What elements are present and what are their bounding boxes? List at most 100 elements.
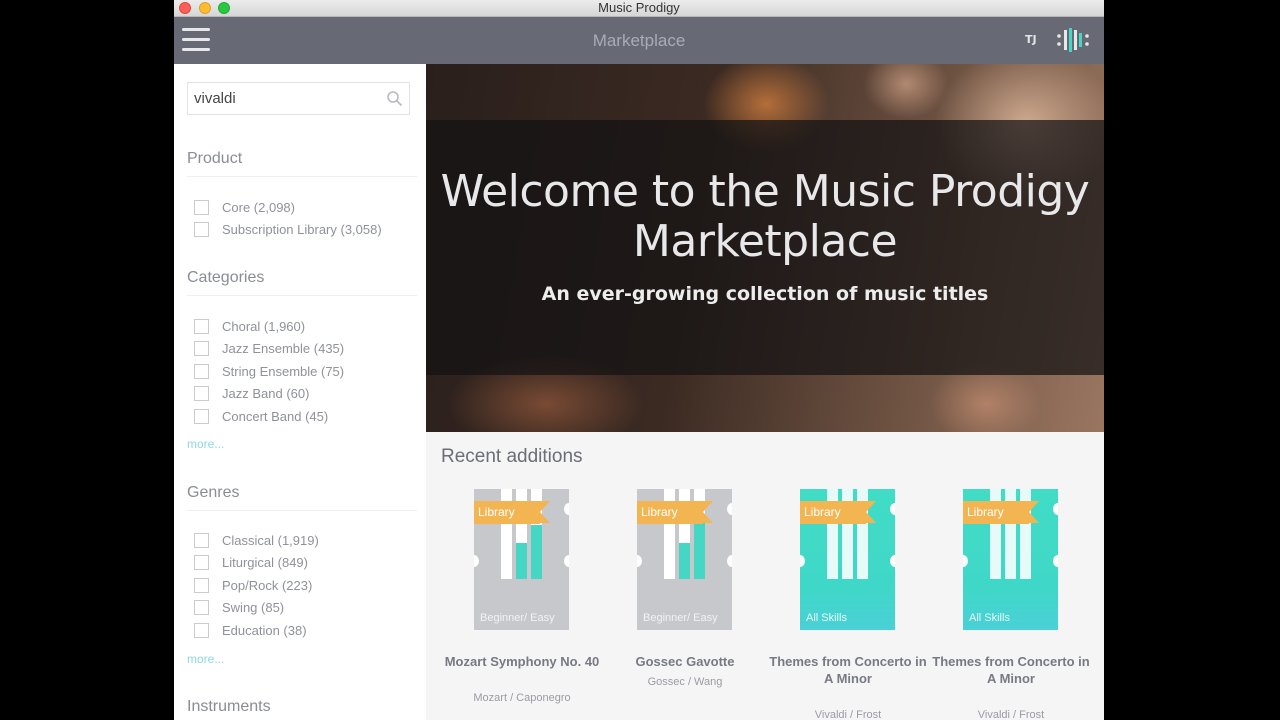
- facet-option-label: Core (2,098): [222, 199, 295, 215]
- facet-option[interactable]: Subscription Library (3,058): [194, 219, 382, 242]
- artwork-bar-fill: [516, 543, 527, 579]
- facet-title-product: Product: [187, 150, 243, 167]
- divider: [187, 176, 417, 177]
- music-prodigy-logo-icon[interactable]: [1056, 27, 1090, 53]
- checkbox[interactable]: [194, 363, 209, 379]
- checkbox[interactable]: [194, 577, 209, 593]
- library-ribbon: Library: [637, 501, 713, 524]
- checkbox[interactable]: [194, 341, 209, 357]
- facet-option[interactable]: Concert Band (45): [194, 405, 344, 428]
- genres-more-link[interactable]: more...: [187, 652, 224, 666]
- checkbox[interactable]: [194, 408, 209, 424]
- artwork-notch: [564, 555, 569, 567]
- facet-option-label: Subscription Library (3,058): [222, 222, 382, 238]
- product-card-title[interactable]: Themes from Concerto in A Minor: [766, 653, 930, 687]
- window-title: Music Prodigy: [598, 0, 680, 15]
- facet-option[interactable]: Core (2,098): [194, 196, 382, 219]
- facet-option[interactable]: Classical (1,919): [194, 529, 319, 552]
- product-card-subtitle: Mozart / Caponegro: [473, 692, 571, 704]
- facet-list-genres: Classical (1,919) Liturgical (849) Pop/R…: [194, 529, 319, 642]
- library-ribbon: Library: [474, 501, 550, 524]
- product-card-title[interactable]: Gossec Gavotte: [603, 653, 767, 670]
- facet-option[interactable]: Pop/Rock (223): [194, 574, 319, 597]
- categories-more-link[interactable]: more...: [187, 437, 224, 451]
- product-card-title[interactable]: Themes from Concerto in A Minor: [929, 653, 1093, 687]
- product-card-subtitle: Gossec / Wang: [647, 676, 723, 688]
- facet-option-label: Jazz Ensemble (435): [222, 341, 345, 357]
- facet-option-label: Swing (85): [222, 600, 285, 616]
- hero-subheading: An ever-growing collection of music titl…: [541, 283, 989, 305]
- facet-title-genres: Genres: [187, 484, 240, 501]
- facet-list-categories: Choral (1,960) Jazz Ensemble (435) Strin…: [194, 315, 344, 428]
- product-card[interactable]: Library Beginner/ Easy Mozart Symphony No…: [440, 489, 604, 720]
- artwork-notch: [474, 555, 479, 567]
- artwork-notch: [727, 555, 732, 567]
- app-window: Music Prodigy Marketplace TJ Product: [174, 0, 1104, 720]
- product-card[interactable]: Library All Skills Themes from Concerto i…: [929, 489, 1093, 720]
- facet-option[interactable]: Choral (1,960): [194, 315, 344, 338]
- search-input[interactable]: [188, 83, 378, 114]
- search-icon[interactable]: [386, 90, 403, 107]
- checkbox[interactable]: [194, 622, 209, 638]
- product-card-art[interactable]: Library Beginner/ Easy: [637, 489, 732, 630]
- product-card-subtitle: Vivaldi / Frost: [814, 709, 882, 720]
- artwork-notch: [890, 503, 895, 515]
- window-title-bar: Music Prodigy: [174, 0, 1104, 17]
- checkbox[interactable]: [194, 386, 209, 402]
- skill-level-label: All Skills: [806, 612, 847, 624]
- product-card-art[interactable]: Library All Skills: [963, 489, 1058, 630]
- product-card[interactable]: Library Beginner/ Easy Gossec Gavotte Gos…: [603, 489, 767, 720]
- divider: [187, 510, 417, 511]
- product-card[interactable]: Library All Skills Themes from Concerto i…: [766, 489, 930, 720]
- product-card-art[interactable]: Library Beginner/ Easy: [474, 489, 569, 630]
- recent-additions-title: Recent additions: [441, 446, 583, 467]
- artwork-bar-fill: [679, 543, 690, 579]
- facet-option[interactable]: Liturgical (849): [194, 552, 319, 575]
- facet-option-label: Education (38): [222, 622, 307, 638]
- artwork-bar-fill: [531, 525, 542, 579]
- divider: [187, 295, 417, 296]
- search-box: [187, 82, 410, 115]
- checkbox[interactable]: [194, 532, 209, 548]
- facet-option[interactable]: Jazz Ensemble (435): [194, 338, 344, 361]
- hero-heading: Welcome to the Music Prodigy Marketplace: [440, 166, 1090, 267]
- library-ribbon: Library: [800, 501, 876, 524]
- artwork-notch: [1053, 555, 1058, 567]
- product-card-art[interactable]: Library All Skills: [800, 489, 895, 630]
- facet-option-label: Liturgical (849): [222, 555, 308, 571]
- artwork-notch: [637, 555, 642, 567]
- hero-banner: Welcome to the Music Prodigy Marketplace…: [426, 64, 1104, 432]
- facet-option-label: Jazz Band (60): [222, 386, 310, 402]
- filter-sidebar: Product Core (2,098) Subscription Librar…: [174, 64, 426, 720]
- checkbox[interactable]: [194, 222, 209, 238]
- facet-option[interactable]: Swing (85): [194, 597, 319, 620]
- facet-option[interactable]: String Ensemble (75): [194, 360, 344, 383]
- artwork-notch: [727, 503, 732, 515]
- checkbox[interactable]: [194, 600, 209, 616]
- artwork-notch: [1053, 503, 1058, 515]
- skill-level-label: Beginner/ Easy: [480, 612, 555, 624]
- artwork-notch: [564, 503, 569, 515]
- main-content: Welcome to the Music Prodigy Marketplace…: [426, 64, 1104, 720]
- artwork-notch: [963, 555, 968, 567]
- checkbox[interactable]: [194, 555, 209, 571]
- skill-level-label: Beginner/ Easy: [643, 612, 718, 624]
- artwork-bar-fill: [694, 516, 705, 579]
- facet-option[interactable]: Education (38): [194, 619, 319, 642]
- user-avatar[interactable]: TJ: [1025, 33, 1037, 46]
- artwork-notch: [890, 555, 895, 567]
- facet-option-label: String Ensemble (75): [222, 363, 345, 379]
- artwork-notch: [800, 555, 805, 567]
- product-card-title[interactable]: Mozart Symphony No. 40: [440, 653, 604, 670]
- facet-option[interactable]: Jazz Band (60): [194, 383, 344, 406]
- product-card-subtitle: Vivaldi / Frost: [977, 709, 1045, 720]
- facet-list-product: Core (2,098) Subscription Library (3,058…: [194, 196, 382, 241]
- page-title: Marketplace: [592, 31, 686, 50]
- library-ribbon: Library: [963, 501, 1039, 524]
- facet-option-label: Choral (1,960): [222, 318, 306, 334]
- facet-title-instruments: Instruments: [187, 698, 271, 715]
- facet-title-categories: Categories: [187, 269, 265, 286]
- checkbox[interactable]: [194, 199, 209, 215]
- skill-level-label: All Skills: [969, 612, 1010, 624]
- checkbox[interactable]: [194, 318, 209, 334]
